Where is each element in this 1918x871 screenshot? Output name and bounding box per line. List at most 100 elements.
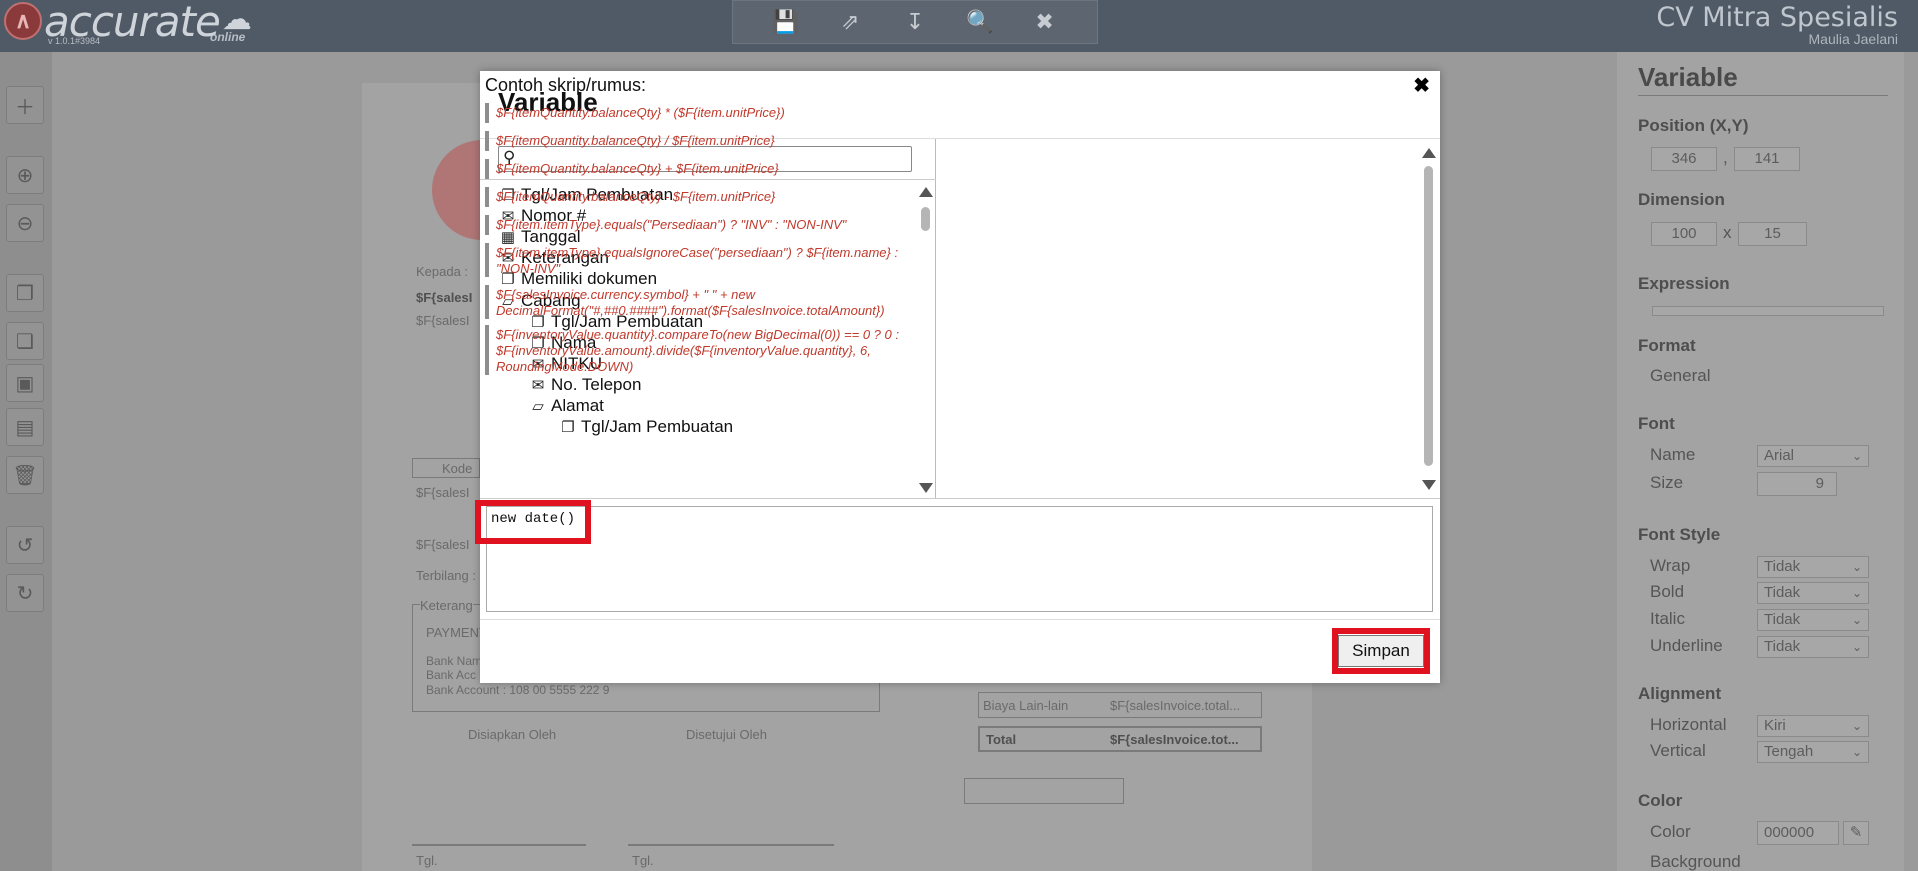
canvas-disiapkan: Disiapkan Oleh xyxy=(468,727,557,742)
underline-label: Underline xyxy=(1650,636,1723,655)
logo-online-label: online xyxy=(210,30,246,44)
vertical-select[interactable]: Tengah ⌄ xyxy=(1757,741,1869,763)
underline-select[interactable]: Tidak ⌄ xyxy=(1757,636,1869,658)
preview-icon[interactable]: 🔍 xyxy=(964,9,996,35)
chevron-down-icon: ⌄ xyxy=(1851,560,1862,574)
chevron-down-icon: ⌄ xyxy=(1851,719,1862,733)
undo-icon: ↺ xyxy=(16,534,34,557)
position-x-input[interactable]: 346 xyxy=(1651,147,1717,171)
delete-button[interactable]: 🗑 xyxy=(6,456,44,494)
canvas-bank-name: Bank Nam xyxy=(426,654,483,668)
canvas-terbilang: Terbilang : xyxy=(416,568,476,583)
paste-button[interactable]: ❏ xyxy=(6,322,44,360)
scroll-down-icon[interactable] xyxy=(919,483,933,493)
format-label: Format xyxy=(1638,336,1696,355)
examples-scrollbar[interactable] xyxy=(1420,144,1436,494)
close-icon: ✖ xyxy=(1413,75,1430,97)
import-icon[interactable]: ↧ xyxy=(899,9,931,35)
save-highlight xyxy=(1332,628,1430,674)
expression-input[interactable] xyxy=(1652,306,1884,316)
redo-button[interactable]: ↻ xyxy=(6,574,44,612)
horizontal-select[interactable]: Kiri ⌄ xyxy=(1757,715,1869,737)
italic-select[interactable]: Tidak ⌄ xyxy=(1757,609,1869,631)
horizontal-value: Kiri xyxy=(1764,717,1786,734)
properties-left-scrollbar[interactable] xyxy=(1597,52,1617,871)
left-toolbar: ＋ ⊕ ⊖ ❐ ❏ ▣ ▤ 🗑 ↺ ↻ xyxy=(0,52,52,871)
expression-label: Expression xyxy=(1638,274,1730,293)
vertical-value: Tengah xyxy=(1764,743,1814,760)
expression-textarea[interactable]: new date() xyxy=(491,511,1426,607)
expression-highlight xyxy=(475,500,591,544)
send-back-button[interactable]: ▤ xyxy=(6,408,44,446)
zoom-in-button[interactable]: ⊕ xyxy=(6,156,44,194)
zoom-in-icon: ⊕ xyxy=(16,164,34,187)
scroll-up-icon[interactable] xyxy=(1422,148,1436,158)
italic-label: Italic xyxy=(1650,609,1685,628)
redo-icon: ↻ xyxy=(16,582,34,605)
properties-title: Variable xyxy=(1638,62,1888,96)
pencil-icon: ✎ xyxy=(1849,824,1863,841)
copy-icon: ❐ xyxy=(16,282,34,305)
bold-select[interactable]: Tidak ⌄ xyxy=(1757,582,1869,604)
copy-button[interactable]: ❐ xyxy=(6,274,44,312)
example-snippet[interactable]: $F{itemQuantity.balanceQty} * ($F{item.u… xyxy=(485,103,935,123)
example-snippet[interactable]: $F{salesInvoice.currency.symbol} + " " +… xyxy=(485,285,935,319)
font-name-value: Arial xyxy=(1764,447,1795,464)
canvas-field: $F{salesI xyxy=(416,290,473,305)
send-back-icon: ▤ xyxy=(15,416,35,439)
format-value[interactable]: General xyxy=(1650,366,1710,386)
wrap-select[interactable]: Tidak ⌄ xyxy=(1757,556,1869,578)
close-dialog-button[interactable]: ✖ xyxy=(1413,73,1430,98)
designer-toolbar: 💾 ⇗ ↧ 🔍 ✖ xyxy=(732,0,1098,44)
canvas-tgl: Tgl. xyxy=(632,853,654,868)
example-snippet[interactable]: $F{itemQuantity.balanceQty} - $F{item.un… xyxy=(485,187,935,207)
color-label: Color xyxy=(1638,791,1683,810)
expression-editor: new date() xyxy=(486,506,1433,612)
scroll-thumb[interactable] xyxy=(1424,166,1433,466)
save-icon[interactable]: 💾 xyxy=(769,9,801,35)
dimension-width-input[interactable]: 100 xyxy=(1651,222,1717,246)
bring-front-button[interactable]: ▣ xyxy=(6,364,44,402)
font-name-select[interactable]: Arial ⌄ xyxy=(1757,445,1869,467)
background-label: Background xyxy=(1650,852,1741,871)
position-y-input[interactable]: 141 xyxy=(1734,147,1800,171)
canvas-field: $F{salesI xyxy=(416,485,470,500)
dimension-label: Dimension xyxy=(1638,190,1725,209)
canvas-biaya-value: $F{salesInvoice.total... xyxy=(1110,698,1241,713)
example-snippet[interactable]: $F{item.itemType}.equals("Persediaan") ?… xyxy=(485,215,935,235)
export-icon[interactable]: ⇗ xyxy=(834,9,866,35)
examples-pane xyxy=(937,139,1440,498)
close-icon[interactable]: ✖ xyxy=(1029,9,1061,35)
chevron-down-icon: ⌄ xyxy=(1851,640,1862,654)
undo-button[interactable]: ↺ xyxy=(6,526,44,564)
canvas-line xyxy=(628,844,834,846)
company-name: CV Mitra Spesialis xyxy=(1656,2,1898,33)
scroll-down-icon[interactable] xyxy=(1422,480,1436,490)
canvas-bank-account: Bank Account : 108 00 5555 222 9 xyxy=(426,683,610,697)
example-snippet[interactable]: $F{itemQuantity.balanceQty} / $F{item.un… xyxy=(485,131,935,151)
horizontal-label: Horizontal xyxy=(1650,715,1727,734)
color-sub-label: Color xyxy=(1650,822,1691,841)
position-separator: , xyxy=(1723,148,1728,167)
canvas-payment: PAYMENT xyxy=(426,625,487,640)
zoom-out-button[interactable]: ⊖ xyxy=(6,204,44,242)
color-input[interactable]: 000000 xyxy=(1757,821,1839,845)
properties-right-scrollbar[interactable] xyxy=(1904,52,1918,871)
example-snippet[interactable]: $F{inventoryValue.quantity}.compareTo(ne… xyxy=(485,325,935,375)
canvas-total-value: $F{salesInvoice.tot... xyxy=(1110,732,1239,747)
color-picker-button[interactable]: ✎ xyxy=(1843,821,1869,845)
add-button[interactable]: ＋ xyxy=(6,86,44,124)
font-size-input[interactable]: 9 xyxy=(1757,472,1837,496)
canvas-bank-acc: Bank Acc xyxy=(426,668,477,682)
wrap-value: Tidak xyxy=(1764,558,1801,575)
delete-icon: 🗑 xyxy=(12,464,38,487)
example-snippet[interactable]: $F{itemQuantity.balanceQty} + $F{item.un… xyxy=(485,159,935,179)
canvas-biaya-label: Biaya Lain-lain xyxy=(983,698,1069,713)
example-snippet[interactable]: $F{item.itemType}.equalsIgnoreCase("pers… xyxy=(485,243,935,277)
logo-mark-icon: ∧ xyxy=(4,2,42,40)
font-style-label: Font Style xyxy=(1638,525,1721,544)
alignment-label: Alignment xyxy=(1638,684,1722,703)
dimension-height-input[interactable]: 15 xyxy=(1738,222,1807,246)
canvas-line xyxy=(412,844,586,846)
examples-title: Contoh skrip/rumus: xyxy=(485,75,647,95)
